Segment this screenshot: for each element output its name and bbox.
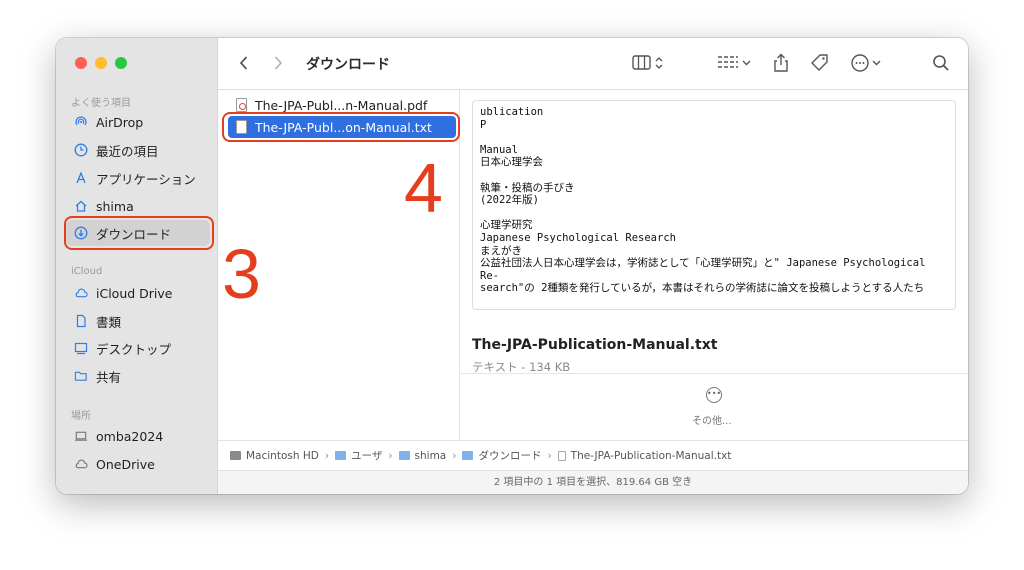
- folder-icon: [462, 451, 474, 460]
- hard-drive-icon: [230, 451, 241, 460]
- finder-window: よく使う項目 AirDrop 最近の項目 アプリケーション shima ダウンロ…: [56, 38, 968, 494]
- close-window-button[interactable]: [75, 57, 87, 69]
- sidebar-section-icloud: iCloud: [71, 266, 103, 277]
- sidebar-item-label: デスクトップ: [96, 341, 172, 357]
- sidebar-item-label: 最近の項目: [96, 143, 159, 159]
- sidebar-item-label: 共有: [96, 369, 122, 385]
- sidebar-item-label: iCloud Drive: [96, 285, 173, 301]
- sidebar-item-desktop[interactable]: デスクトップ: [66, 335, 210, 361]
- shared-folder-icon: [74, 369, 88, 383]
- path-separator: ›: [324, 449, 330, 462]
- sidebar-item-applications[interactable]: アプリケーション: [66, 165, 210, 191]
- folder-icon: [335, 451, 347, 460]
- group-button[interactable]: [716, 52, 754, 74]
- laptop-icon: [74, 429, 88, 443]
- more-button[interactable]: その他...: [692, 412, 732, 427]
- annotation-number-4: 4: [404, 149, 443, 227]
- sidebar-item-icloud-drive[interactable]: iCloud Drive: [66, 280, 210, 306]
- annotation-number-3: 3: [222, 235, 261, 313]
- desktop-icon: [74, 341, 88, 355]
- sidebar: よく使う項目 AirDrop 最近の項目 アプリケーション shima ダウンロ…: [56, 38, 218, 494]
- clock-icon: [74, 143, 88, 157]
- more-icon[interactable]: •••: [706, 387, 722, 403]
- pdf-file-icon: [236, 98, 247, 112]
- sidebar-item-airdrop[interactable]: AirDrop: [66, 109, 210, 135]
- cloud-icon: [74, 286, 88, 300]
- sidebar-item-label: shima: [96, 198, 134, 214]
- path-segment-shima[interactable]: shima: [415, 450, 447, 462]
- chevron-left-icon: [239, 56, 248, 70]
- path-separator: ›: [547, 449, 552, 462]
- callout-selected-file: [222, 112, 460, 142]
- preview-filename: The-JPA-Publication-Manual.txt: [472, 337, 718, 353]
- sidebar-item-label: アプリケーション: [96, 171, 196, 187]
- applications-icon: [74, 171, 88, 185]
- chevron-right-icon: [274, 56, 283, 70]
- sidebar-item-omba2024[interactable]: omba2024: [66, 423, 210, 449]
- path-separator: ›: [388, 449, 393, 462]
- back-button[interactable]: [238, 52, 250, 74]
- path-separator: ›: [452, 449, 457, 462]
- sidebar-item-documents[interactable]: 書類: [66, 308, 210, 334]
- more-actions-button[interactable]: [850, 52, 886, 74]
- path-bar: Macintosh HD › ユーザ › shima › ダウンロード › Th…: [218, 440, 968, 470]
- text-preview: ublication P Manual 日本心理学会 執筆・投稿の手びき (20…: [472, 100, 956, 310]
- path-segment-users[interactable]: ユーザ: [351, 448, 382, 463]
- tags-button[interactable]: [810, 52, 830, 74]
- path-segment-macintosh-hd[interactable]: Macintosh HD: [246, 450, 319, 462]
- home-icon: [74, 199, 88, 213]
- sidebar-item-label: 書類: [96, 314, 122, 330]
- zoom-window-button[interactable]: [115, 57, 127, 69]
- sidebar-item-shared[interactable]: 共有: [66, 363, 210, 389]
- cloud-icon: [74, 457, 88, 471]
- minimize-window-button[interactable]: [95, 57, 107, 69]
- text-file-icon: [557, 450, 566, 461]
- share-icon: [774, 53, 788, 72]
- path-segment-downloads[interactable]: ダウンロード: [478, 448, 541, 463]
- forward-button[interactable]: [272, 52, 284, 74]
- preview-pane: ublication P Manual 日本心理学会 執筆・投稿の手びき (20…: [460, 90, 968, 440]
- airdrop-icon: [74, 115, 88, 129]
- grid-icon: [718, 56, 751, 68]
- search-button[interactable]: [932, 52, 950, 74]
- folder-icon: [398, 451, 410, 460]
- sidebar-item-recents[interactable]: 最近の項目: [66, 137, 210, 163]
- search-icon: [933, 55, 949, 71]
- sidebar-item-label: omba2024: [96, 428, 164, 444]
- divider: [460, 373, 968, 374]
- sidebar-item-label: OneDrive: [96, 456, 155, 472]
- sidebar-item-label: AirDrop: [96, 114, 144, 130]
- ellipsis-circle-icon: [851, 54, 881, 72]
- window-title: ダウンロード: [306, 57, 390, 73]
- document-icon: [74, 314, 88, 328]
- share-button[interactable]: [772, 52, 790, 74]
- view-mode-button[interactable]: [632, 52, 666, 74]
- sidebar-section-locations: 場所: [71, 411, 91, 422]
- path-segment-file[interactable]: The-JPA-Publication-Manual.txt: [571, 450, 732, 462]
- tag-icon: [811, 54, 828, 71]
- toolbar: ダウンロード: [218, 38, 968, 90]
- sidebar-section-favorites: よく使う項目: [71, 98, 131, 109]
- columns-view-icon: [632, 55, 663, 70]
- status-bar: 2 項目中の 1 項目を選択、819.64 GB 空き: [218, 470, 968, 494]
- callout-downloads: [64, 216, 214, 250]
- file-name: The-JPA-Publ...n-Manual.pdf: [255, 97, 428, 113]
- sidebar-item-onedrive[interactable]: OneDrive: [66, 451, 210, 477]
